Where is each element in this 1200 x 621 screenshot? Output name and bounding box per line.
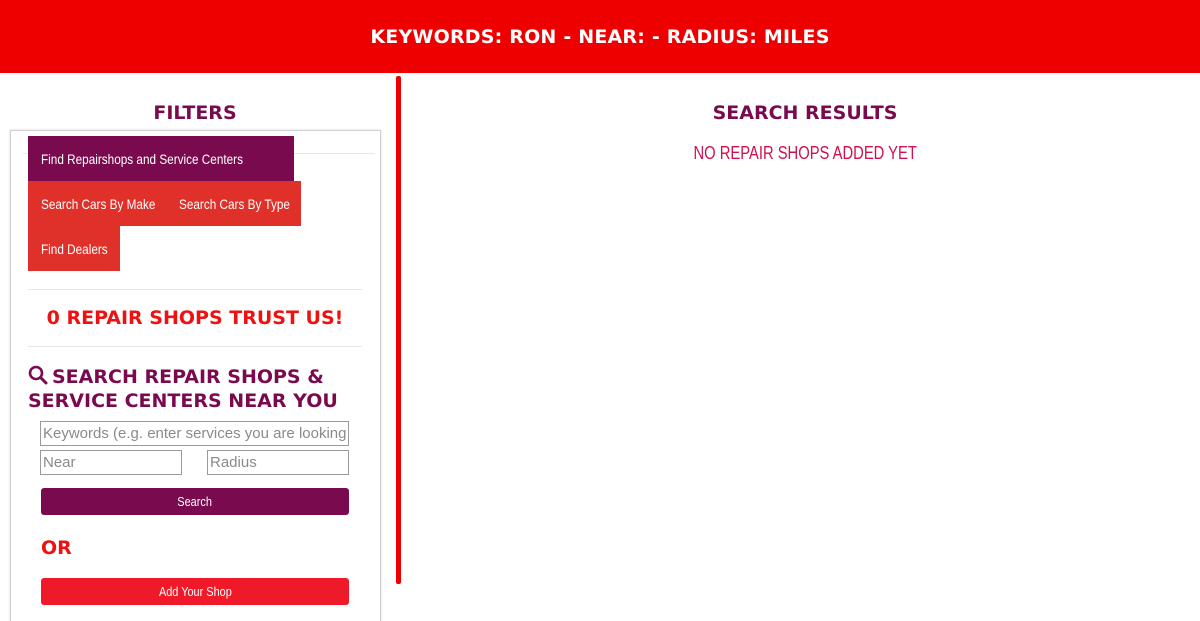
- tab-label: Find Dealers: [41, 240, 108, 257]
- divider: [28, 346, 362, 347]
- search-icon: [28, 365, 48, 390]
- search-button-label: Search: [177, 494, 213, 509]
- tab-label: Search Cars By Type: [179, 195, 290, 212]
- search-heading: SEARCH REPAIR SHOPS & SERVICE CENTERS NE…: [28, 365, 368, 412]
- radius-input[interactable]: [207, 450, 349, 475]
- filters-title: FILTERS: [153, 102, 237, 124]
- results-empty-message: NO REPAIR SHOPS ADDED YET: [410, 143, 1200, 164]
- tab-find-repairshops[interactable]: Find Repairshops and Service Centers: [28, 136, 295, 181]
- add-your-shop-label: Add Your Shop: [158, 584, 232, 599]
- tab-label: Search Cars By Make: [41, 195, 156, 212]
- search-summary-title: KEYWORDS: RON - NEAR: - RADIUS: MILES: [370, 25, 830, 48]
- vertical-divider: [396, 76, 401, 584]
- top-banner: KEYWORDS: RON - NEAR: - RADIUS: MILES: [0, 0, 1200, 73]
- tab-search-cars-by-type[interactable]: Search Cars By Type: [166, 181, 301, 226]
- near-input[interactable]: [40, 450, 182, 475]
- tab-find-dealers[interactable]: Find Dealers: [28, 226, 120, 271]
- or-separator: OR: [41, 537, 72, 559]
- trust-counter: 0 REPAIR SHOPS TRUST US!: [46, 307, 344, 329]
- search-button[interactable]: Search: [41, 488, 349, 515]
- divider: [28, 289, 362, 290]
- results-empty-text: NO REPAIR SHOPS ADDED YET: [693, 143, 917, 163]
- results-title: SEARCH RESULTS: [712, 102, 898, 124]
- keywords-input[interactable]: [40, 421, 349, 446]
- add-your-shop-button[interactable]: Add Your Shop: [41, 578, 349, 605]
- search-heading-text: SEARCH REPAIR SHOPS & SERVICE CENTERS NE…: [28, 366, 338, 412]
- tab-search-cars-by-make[interactable]: Search Cars By Make: [28, 181, 168, 226]
- tab-label: Find Repairshops and Service Centers: [41, 150, 243, 167]
